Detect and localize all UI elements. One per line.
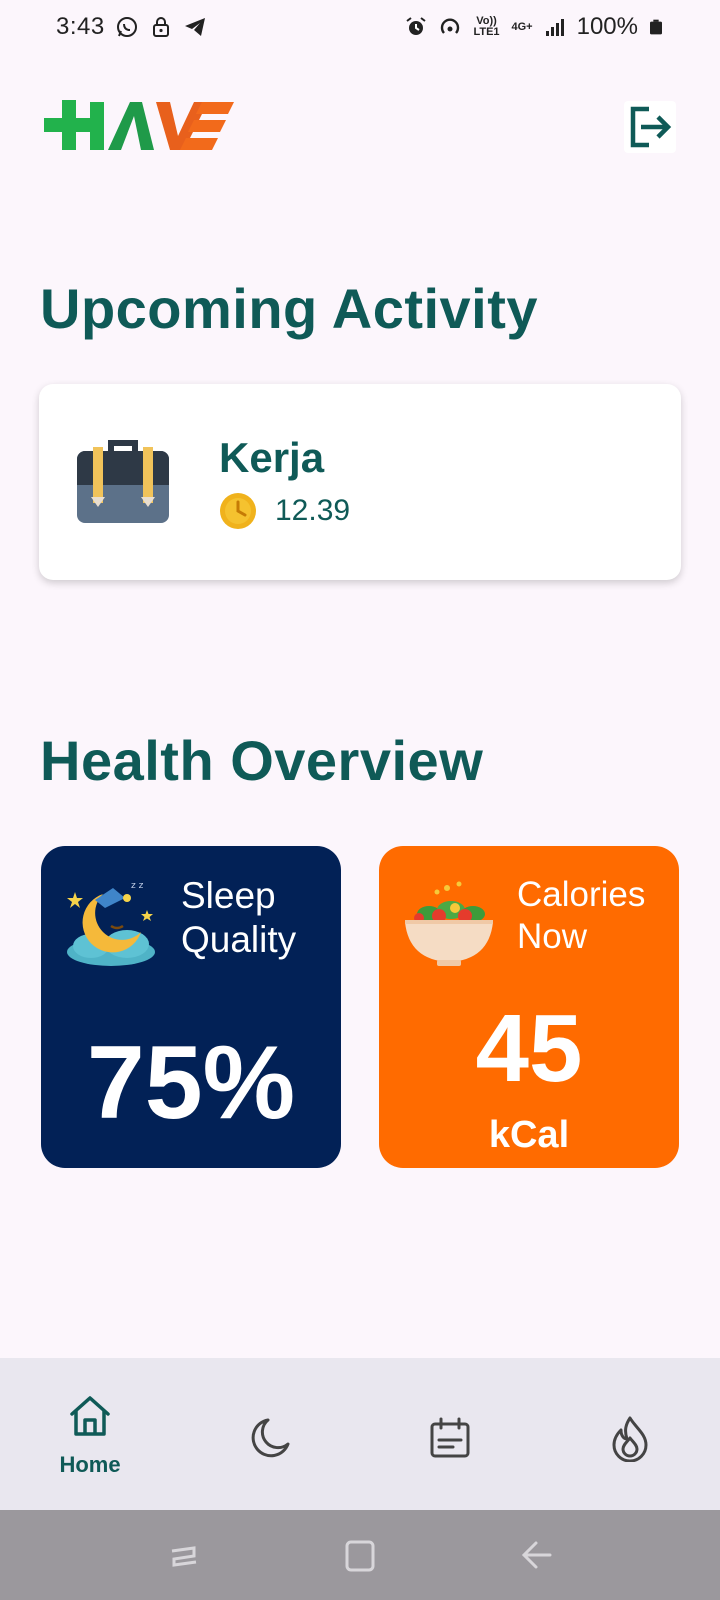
calories-unit: kCal: [488, 1114, 570, 1156]
home-icon: [70, 1396, 110, 1436]
sleep-quality-card[interactable]: z z Sleep Quality 75%: [41, 846, 341, 1168]
sleeping-moon-icon: z z: [67, 881, 155, 966]
svg-text:z z: z z: [131, 881, 144, 891]
sleep-label-line2: Quality: [181, 919, 297, 960]
system-navigation-bar: [0, 1510, 720, 1600]
briefcase-icon: [77, 440, 169, 523]
upcoming-activity-card[interactable]: Kerja 12.39: [39, 384, 681, 580]
status-time: 3:43: [56, 13, 105, 40]
activity-time-row: 12.39: [219, 492, 350, 530]
nav-label-home: Home: [59, 1452, 121, 1477]
telegram-icon: [184, 18, 205, 36]
nav-item-home[interactable]: Home: [30, 1358, 150, 1510]
flame-icon: [612, 1416, 648, 1462]
sleep-label-line1: Sleep: [181, 875, 276, 916]
hotspot-icon: [440, 18, 459, 34]
battery-percent: 100%: [576, 13, 638, 40]
calories-card[interactable]: Calories Now 45 kCal: [379, 846, 679, 1168]
have-logo: [44, 100, 234, 150]
home-button-icon[interactable]: [340, 1535, 380, 1575]
volte-label: Vo)) LTE1: [473, 15, 500, 38]
battery-icon: [650, 19, 662, 35]
moon-icon: [251, 1418, 290, 1458]
activity-time: 12.39: [275, 494, 351, 527]
upcoming-activity-title: Upcoming Activity: [40, 277, 539, 340]
recent-apps-icon[interactable]: [164, 1535, 204, 1575]
activity-info: Kerja 12.39: [219, 434, 350, 530]
lock-icon: [152, 17, 169, 37]
signal-icon: [545, 19, 564, 36]
network-4g-label: 4G+: [511, 20, 533, 33]
calories-label: Calories Now: [517, 874, 645, 958]
logout-icon: [630, 106, 672, 148]
nav-item-calories[interactable]: [570, 1358, 690, 1510]
salad-bowl-icon: [405, 881, 493, 966]
back-icon[interactable]: [516, 1535, 556, 1575]
calories-label-line1: Calories: [517, 875, 646, 914]
status-left: 3:43: [56, 13, 207, 41]
calendar-icon: [430, 1417, 470, 1458]
app-header: [44, 96, 676, 158]
nav-item-schedule[interactable]: [390, 1358, 510, 1510]
bottom-navigation: Home: [0, 1358, 720, 1510]
sleep-quality-label: Sleep Quality: [181, 874, 296, 962]
whatsapp-icon: [116, 17, 137, 37]
calories-value: 45: [475, 995, 583, 1102]
alarm-icon: [405, 17, 426, 35]
activity-name: Kerja: [219, 434, 325, 481]
health-overview-title: Health Overview: [40, 729, 484, 792]
nav-item-sleep[interactable]: [210, 1358, 330, 1510]
sleep-quality-value: 75%: [86, 1025, 296, 1141]
logout-button[interactable]: [624, 101, 676, 153]
status-bar: 3:43 Vo)) LTE1 4G+ 100%: [0, 0, 720, 54]
calories-label-line2: Now: [517, 917, 588, 956]
status-right: Vo)) LTE1 4G+ 100%: [404, 13, 665, 41]
clock-icon: [220, 493, 256, 529]
